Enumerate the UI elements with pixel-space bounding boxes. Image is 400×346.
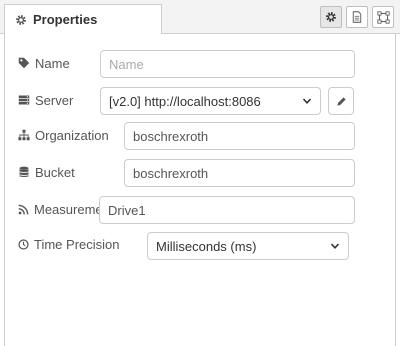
time-precision-select-value: Milliseconds (ms) bbox=[156, 238, 257, 254]
chevron-down-icon bbox=[302, 98, 312, 104]
organization-input[interactable]: boschrexroth bbox=[124, 122, 355, 150]
server-icon bbox=[18, 95, 30, 105]
tab-bar: Properties bbox=[0, 0, 400, 35]
time-precision-select[interactable]: Milliseconds (ms) bbox=[147, 232, 349, 260]
gear-icon bbox=[326, 12, 336, 22]
measurement-input[interactable]: Drive1 bbox=[99, 196, 355, 224]
document-icon bbox=[352, 11, 362, 23]
server-select[interactable]: [v2.0] http://localhost:8086 bbox=[100, 87, 321, 115]
tag-icon bbox=[18, 57, 30, 69]
name-input[interactable]: Name bbox=[100, 50, 355, 78]
bucket-input[interactable]: boschrexroth bbox=[124, 159, 355, 187]
frame-icon bbox=[376, 10, 390, 24]
sitemap-icon bbox=[18, 129, 30, 141]
server-select-value: [v2.0] http://localhost:8086 bbox=[109, 93, 261, 109]
time-precision-label: Time Precision bbox=[18, 234, 119, 254]
pencil-icon bbox=[336, 96, 346, 106]
appearance-button[interactable] bbox=[372, 6, 394, 28]
rss-icon bbox=[18, 204, 29, 214]
name-label: Name bbox=[18, 53, 70, 73]
properties-panel bbox=[4, 34, 396, 346]
tab-properties-label: Properties bbox=[33, 12, 98, 27]
bucket-label: Bucket bbox=[18, 162, 75, 182]
database-icon bbox=[19, 166, 29, 177]
chevron-down-icon bbox=[330, 243, 340, 249]
edit-server-button[interactable] bbox=[328, 87, 354, 115]
server-label: Server bbox=[18, 90, 73, 110]
clock-icon bbox=[18, 238, 29, 250]
description-button[interactable] bbox=[346, 6, 368, 28]
gear-icon bbox=[16, 14, 26, 25]
organization-label: Organization bbox=[18, 125, 109, 145]
tab-properties[interactable]: Properties bbox=[4, 4, 162, 35]
settings-button[interactable] bbox=[320, 6, 342, 28]
